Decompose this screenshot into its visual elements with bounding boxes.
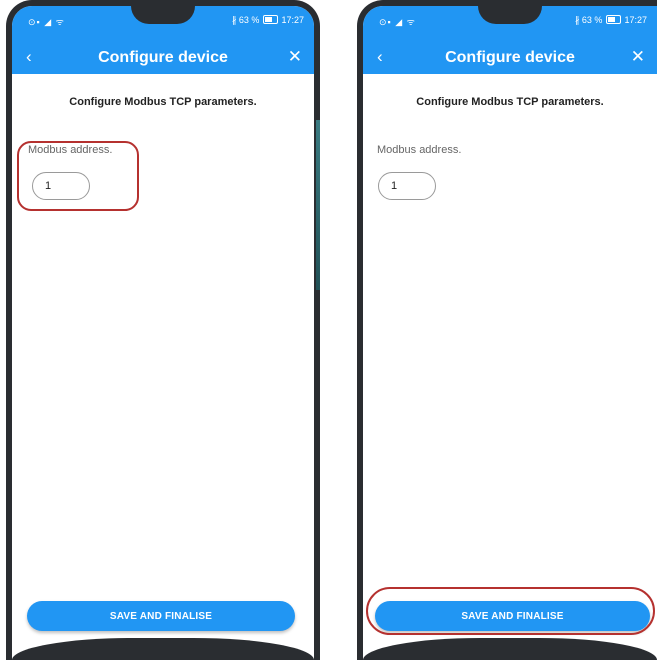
modbus-address-input[interactable] — [378, 172, 436, 200]
signal-icon: ⊙▪ ◢ ᯤ — [379, 17, 416, 27]
section-subtitle: Configure Modbus TCP parameters. — [69, 96, 257, 108]
status-bar: ⊙▪ ◢ ᯤ ∦ 63 % 17:27 — [12, 6, 314, 42]
phone-bottom-bezel — [12, 638, 314, 660]
modbus-address-label: Modbus address. — [377, 144, 462, 156]
close-icon[interactable]: ✕ — [631, 47, 645, 67]
modbus-address-input[interactable] — [32, 172, 90, 200]
page-title: Configure device — [445, 49, 575, 66]
status-bar: ⊙▪ ◢ ᯤ ∦ 63 % 17:27 — [363, 6, 657, 42]
bluetooth-icon: ∦ — [574, 15, 580, 25]
status-indicators: ∦ 63 % 17:27 — [232, 15, 304, 26]
phone-edge-highlight — [316, 120, 320, 290]
close-icon[interactable]: ✕ — [288, 47, 302, 67]
phone-screen-right: ⊙▪ ◢ ᯤ ∦ 63 % 17:27 ‹ Configure device ✕… — [363, 6, 657, 660]
battery-icon — [605, 15, 621, 24]
signal-icon: ⊙▪ ◢ ᯤ — [28, 17, 65, 27]
status-time: 17:27 — [281, 15, 304, 25]
bluetooth-icon: ∦ — [231, 15, 237, 25]
status-indicators: ∦ 63 % 17:27 — [575, 15, 647, 26]
modbus-address-label: Modbus address. — [28, 144, 113, 156]
comparison-figure: ⊙▪ ◢ ᯤ ∦ 63 % 17:27 ‹ Configure device ✕… — [0, 0, 657, 660]
battery-percent: 63 % — [581, 15, 603, 25]
phone-screen-left: ⊙▪ ◢ ᯤ ∦ 63 % 17:27 ‹ Configure device ✕… — [12, 6, 314, 660]
app-bar: ‹ Configure device ✕ — [363, 42, 657, 74]
page-title: Configure device — [98, 49, 228, 66]
save-and-finalise-button[interactable]: SAVE AND FINALISE — [27, 601, 295, 631]
phone-bottom-bezel — [363, 638, 657, 660]
battery-percent: 63 % — [238, 15, 260, 25]
phone-frame-left: ⊙▪ ◢ ᯤ ∦ 63 % 17:27 ‹ Configure device ✕… — [6, 0, 320, 660]
phone-frame-right: ⊙▪ ◢ ᯤ ∦ 63 % 17:27 ‹ Configure device ✕… — [357, 0, 657, 660]
app-bar: ‹ Configure device ✕ — [12, 42, 314, 74]
battery-icon — [262, 15, 278, 24]
section-subtitle: Configure Modbus TCP parameters. — [416, 96, 604, 108]
camera-notch — [131, 6, 195, 24]
save-and-finalise-button[interactable]: SAVE AND FINALISE — [375, 601, 650, 631]
camera-notch — [478, 6, 542, 24]
status-time: 17:27 — [624, 15, 647, 25]
